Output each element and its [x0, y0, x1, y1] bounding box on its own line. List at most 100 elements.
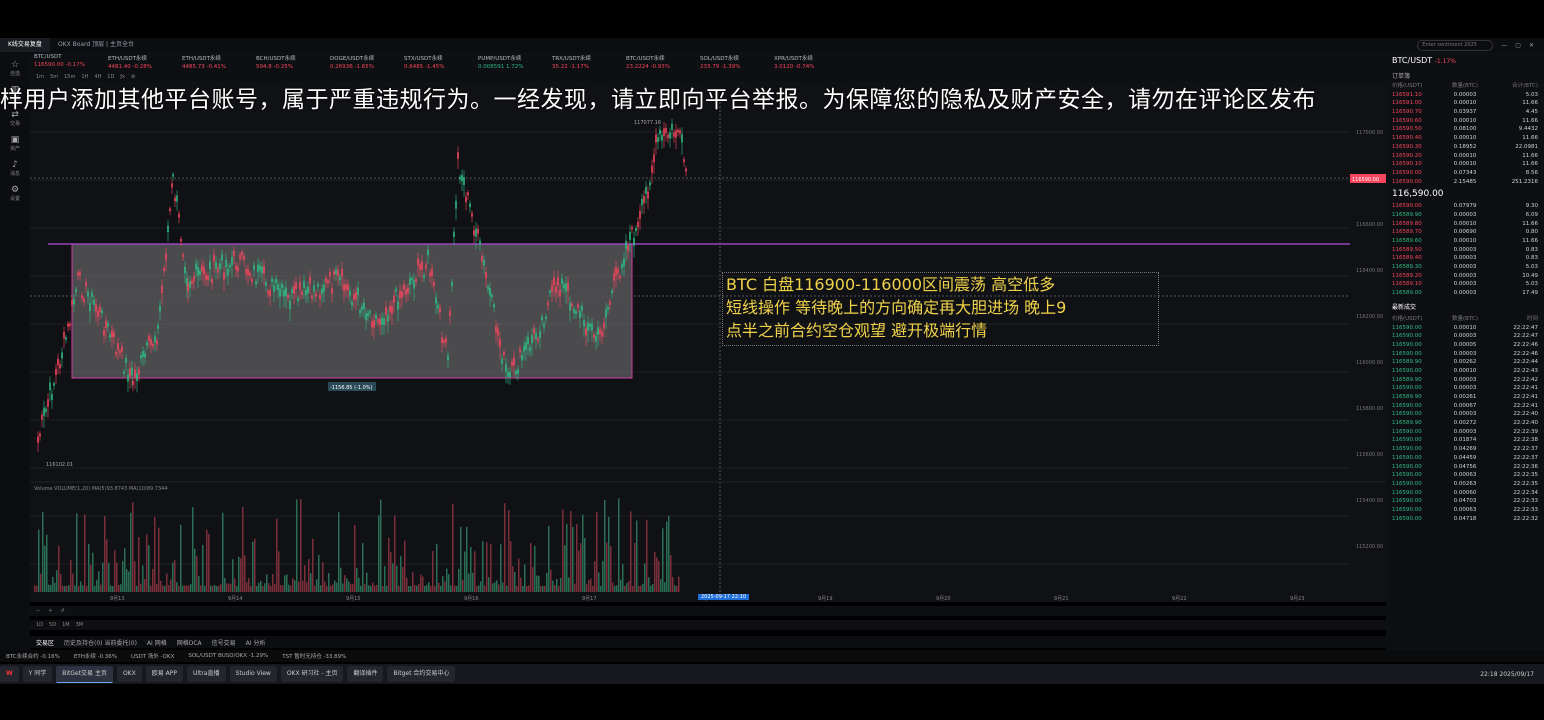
reset-icon[interactable]: ↺ [60, 608, 64, 614]
taskbar-item[interactable]: Bitget 合约交易中心 [387, 665, 456, 682]
trade-row[interactable]: 116590.00 0.00263 22:22:35 [1386, 480, 1544, 489]
bottom-tab[interactable]: 信号交易 [212, 638, 236, 647]
trade-row[interactable]: 116590.00 0.00003 22:22:40 [1386, 410, 1544, 419]
trade-row[interactable]: 116590.00 0.00010 22:22:47 [1386, 324, 1544, 333]
trade-row[interactable]: 116589.90 0.00003 22:22:42 [1386, 376, 1544, 385]
indicator-icon[interactable]: ƒx [120, 74, 125, 80]
orderbook-row[interactable]: 116590.60 0.00010 11.66 [1386, 117, 1544, 126]
orderbook-row[interactable]: 116590.40 0.00010 11.66 [1386, 134, 1544, 143]
bottom-tab[interactable]: 网格DCA [177, 638, 202, 647]
tab-okx-board[interactable]: OKX Board 顶层 | 主页全台 [50, 38, 142, 52]
ticker-item[interactable]: PUMP/USDT永续 0.008591 1.72% [474, 52, 548, 72]
orderbook-row[interactable]: 116589.50 0.00003 0.83 [1386, 246, 1544, 255]
ticker-item[interactable]: ETH/USDT永续 4481.40 -0.28% [104, 52, 178, 72]
bottom-tab[interactable]: AI 网格 [147, 638, 167, 647]
trade-row[interactable]: 116590.00 0.04718 22:22:32 [1386, 515, 1544, 524]
ticker-item[interactable]: BTC/USDT 116590.00 -0.17% [30, 52, 104, 72]
orderbook-row[interactable]: 116590.00 0.07343 8.56 [1386, 169, 1544, 178]
orderbook-row[interactable]: 116589.20 0.00003 10.49 [1386, 272, 1544, 281]
ticker-item[interactable]: ETH/USDT永续 4485.73 -0.41% [178, 52, 252, 72]
trade-row[interactable]: 116590.00 0.00005 22:22:46 [1386, 341, 1544, 350]
trade-row[interactable]: 116590.00 0.00003 22:22:41 [1386, 384, 1544, 393]
trade-row[interactable]: 116590.00 0.00003 22:22:47 [1386, 332, 1544, 341]
ticker-item[interactable]: TRX/USDT永续 35.22 -1.17% [548, 52, 622, 72]
bottom-tab[interactable]: 交易区 [36, 638, 54, 647]
trade-row[interactable]: 116590.00 0.00003 22:22:39 [1386, 428, 1544, 437]
trade-row[interactable]: 116589.90 0.00262 22:22:44 [1386, 358, 1544, 367]
taskbar-item[interactable]: 翻译插件 [347, 665, 384, 682]
maximize-icon[interactable]: ▢ [1515, 42, 1521, 49]
tab-kline[interactable]: K线交易复盘 [0, 38, 50, 52]
trade-row[interactable]: 116590.00 0.00060 22:22:34 [1386, 489, 1544, 498]
orderbook-row[interactable]: 116589.40 0.00003 0.83 [1386, 254, 1544, 263]
ticker-item[interactable]: SOL/USDT永续 233.79 -1.39% [696, 52, 770, 72]
price-chart[interactable]: 117000.00116800.00116600.00116400.001162… [30, 82, 1386, 602]
start-menu-icon[interactable]: W [0, 666, 19, 682]
orderbook-row[interactable]: 116589.90 0.00003 6.09 [1386, 211, 1544, 220]
sidebar-item-settings[interactable]: ⚙ 设置 [0, 185, 30, 202]
taskbar-item[interactable]: OKX 研习社 - 主页 [280, 665, 344, 682]
trade-row[interactable]: 116590.00 0.04269 22:22:37 [1386, 445, 1544, 454]
range-1m[interactable]: 1M [62, 622, 70, 628]
taskbar-item[interactable]: Y 同学 [22, 665, 53, 682]
candle-body [669, 132, 671, 139]
orderbook-row[interactable]: 116590.70 0.03937 4.45 [1386, 108, 1544, 117]
orderbook-row[interactable]: 116589.30 0.00003 5.03 [1386, 263, 1544, 272]
taskbar-item[interactable]: 欧易 APP [145, 665, 183, 682]
minimize-icon[interactable]: — [1501, 42, 1507, 49]
trade-row[interactable]: 116590.00 0.00063 22:22:33 [1386, 506, 1544, 515]
trade-row[interactable]: 116590.00 0.00010 22:22:43 [1386, 367, 1544, 376]
orderbook-row[interactable]: 116590.50 0.08100 9.4432 [1386, 125, 1544, 134]
orderbook-row[interactable]: 116589.70 0.00690 0.80 [1386, 228, 1544, 237]
timeframe-5m[interactable]: 5m [50, 74, 58, 80]
orderbook-row[interactable]: 116589.00 0.00003 17.49 [1386, 289, 1544, 298]
taskbar-item[interactable]: Ultra直播 [186, 665, 226, 682]
trade-row[interactable]: 116590.00 0.04703 22:22:33 [1386, 497, 1544, 506]
orderbook-row[interactable]: 116591.00 0.00010 11.66 [1386, 99, 1544, 108]
timeframe-4h[interactable]: 4H [94, 74, 101, 80]
sidebar-item-assets[interactable]: ▣ 资产 [0, 135, 30, 152]
trade-row[interactable]: 116590.00 0.00003 22:22:46 [1386, 350, 1544, 359]
orderbook-row[interactable]: 116589.80 0.00010 11.66 [1386, 220, 1544, 229]
orderbook-row[interactable]: 116590.10 0.00010 11.66 [1386, 160, 1544, 169]
timeframe-1h[interactable]: 1H [81, 74, 88, 80]
range-3m[interactable]: 3M [76, 622, 84, 628]
trade-row[interactable]: 116589.90 0.00272 22:22:40 [1386, 419, 1544, 428]
ticker-item[interactable]: BTC/USDT永续 23.2224 -0.93% [622, 52, 696, 72]
search-input[interactable]: Enter sentiment 2025 [1417, 39, 1494, 51]
orderbook-row[interactable]: 116590.20 0.00010 11.66 [1386, 152, 1544, 161]
ticker-item[interactable]: BCH/USDT永续 594.8 -0.25% [252, 52, 326, 72]
bottom-tab[interactable]: AI 分析 [246, 638, 266, 647]
trade-row[interactable]: 116590.00 0.04756 22:22:36 [1386, 463, 1544, 472]
trade-row[interactable]: 116590.00 0.01874 22:22:38 [1386, 436, 1544, 445]
trade-row[interactable]: 116589.90 0.00261 22:22:41 [1386, 393, 1544, 402]
orderbook-row[interactable]: 116589.10 0.00003 5.03 [1386, 280, 1544, 289]
timeframe-15m[interactable]: 15m [64, 74, 75, 80]
range-5d[interactable]: 5D [49, 622, 56, 628]
ticker-item[interactable]: STX/USDT永续 0.6485 -1.45% [400, 52, 474, 72]
zoom-out-icon[interactable]: − [36, 608, 40, 614]
orderbook-row[interactable]: 116590.30 0.18952 22.0981 [1386, 143, 1544, 152]
taskbar-item[interactable]: BitGet交易 主页 [56, 665, 113, 683]
zoom-in-icon[interactable]: + [48, 608, 52, 614]
orderbook-row[interactable]: 116590.00 0.07979 9.30 [1386, 202, 1544, 211]
sidebar-item-messages[interactable]: ♪ 消息 [0, 160, 30, 177]
orderbook-row[interactable]: 116589.60 0.00010 11.66 [1386, 237, 1544, 246]
close-icon[interactable]: ✕ [1529, 42, 1534, 49]
volume-bar [566, 523, 568, 592]
trade-row[interactable]: 116590.00 0.00067 22:22:41 [1386, 402, 1544, 411]
bottom-tab[interactable]: 历史及持仓(0) 当前委托(0) [64, 638, 137, 647]
timeframe-1d[interactable]: 1D [107, 74, 114, 80]
sidebar-item-watchlist[interactable]: ☆ 自选 [0, 60, 30, 77]
ticker-item[interactable]: DOGE/USDT永续 0.26936 -1.65% [326, 52, 400, 72]
taskbar-item[interactable]: OKX [116, 665, 142, 682]
settings-icon[interactable]: ⚙ [131, 74, 135, 80]
timeframe-1m[interactable]: 1m [36, 74, 44, 80]
trade-row[interactable]: 116590.00 0.04459 22:22:37 [1386, 454, 1544, 463]
taskbar-item[interactable]: Studio View [229, 665, 277, 682]
orderbook-row[interactable]: 116590.00 2.15485 251.2316 [1386, 178, 1544, 187]
trade-row[interactable]: 116590.00 0.00063 22:22:35 [1386, 471, 1544, 480]
orderbook-row[interactable]: 116591.10 0.00003 5.03 [1386, 91, 1544, 100]
range-1d[interactable]: 1D [36, 622, 43, 628]
ticker-item[interactable]: XPR/USDT永续 3.0120 -0.74% [770, 52, 844, 72]
